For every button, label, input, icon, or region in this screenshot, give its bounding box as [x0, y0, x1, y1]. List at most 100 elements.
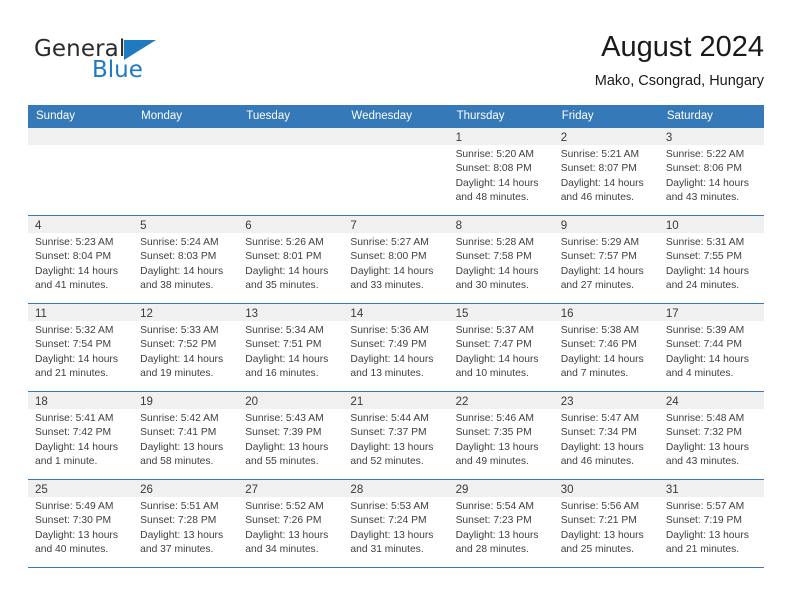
sunset-text: Sunset: 8:01 PM: [245, 251, 322, 263]
day-cell[interactable]: 29 Sunrise: 5:54 AM Sunset: 7:23 PM Dayligh…: [448, 480, 554, 567]
sunrise-text: Sunrise: 5:20 AM: [455, 149, 534, 160]
day-details: Sunrise: 5:22 AM Sunset: 8:06 PM Daylight:…: [659, 145, 764, 206]
week-row: 11 Sunrise: 5:32 AM Sunset: 7:54 PM Dayligh…: [28, 303, 764, 391]
daylight-text: and 31 minutes.: [350, 544, 424, 556]
day-number: 30: [560, 484, 574, 496]
page-header: General Blue August 2024 Mako, Csongrad,…: [28, 28, 764, 98]
day-cell[interactable]: 27 Sunrise: 5:52 AM Sunset: 7:26 PM Dayligh…: [238, 480, 344, 567]
weekday-header-saturday: Saturday: [666, 110, 713, 122]
day-details: Sunrise: 5:41 AM Sunset: 7:42 PM Daylight:…: [28, 409, 133, 470]
day-cell-empty: [238, 128, 344, 215]
day-cell[interactable]: 18 Sunrise: 5:41 AM Sunset: 7:42 PM Dayligh…: [28, 392, 134, 479]
day-number: 24: [665, 396, 679, 408]
day-cell[interactable]: 23 Sunrise: 5:47 AM Sunset: 7:34 PM Dayligh…: [553, 392, 659, 479]
weekday-header-row: Sunday Monday Tuesday Wednesday Thursday Frid…: [28, 105, 764, 127]
day-details: Sunrise: 5:29 AM Sunset: 7:57 PM Daylight:…: [554, 233, 659, 294]
sunrise-text: Sunrise: 5:54 AM: [455, 501, 534, 512]
sunset-text: Sunset: 7:41 PM: [140, 427, 217, 439]
day-details: Sunrise: 5:57 AM Sunset: 7:19 PM Daylight:…: [659, 497, 764, 558]
sunrise-text: Sunrise: 5:56 AM: [560, 501, 640, 512]
location-subtitle: Mako, Csongrad, Hungary: [594, 73, 764, 89]
day-details: Sunrise: 5:28 AM Sunset: 7:58 PM Daylight:…: [449, 233, 554, 294]
day-cell[interactable]: 19 Sunrise: 5:42 AM Sunset: 7:41 PM Dayligh…: [133, 392, 239, 479]
day-number-band: 6: [238, 216, 344, 233]
day-cell[interactable]: 11 Sunrise: 5:32 AM Sunset: 7:54 PM Dayligh…: [28, 304, 134, 391]
day-cell[interactable]: 15 Sunrise: 5:37 AM Sunset: 7:47 PM Dayligh…: [448, 304, 554, 391]
calendar-page: General Blue August 2024 Mako, Csongrad,…: [0, 0, 792, 612]
day-number-band: 13: [238, 304, 344, 321]
sunset-text: Sunset: 8:08 PM: [455, 163, 532, 175]
sunset-text: Sunset: 8:04 PM: [35, 251, 112, 263]
sunset-text: Sunset: 7:28 PM: [140, 515, 217, 527]
day-details: Sunrise: 5:43 AM Sunset: 7:39 PM Daylight:…: [238, 409, 343, 470]
day-number: 5: [140, 220, 147, 232]
day-cell[interactable]: 24 Sunrise: 5:48 AM Sunset: 7:32 PM Dayligh…: [658, 392, 764, 479]
day-details: Sunrise: 5:27 AM Sunset: 8:00 PM Daylight:…: [343, 233, 448, 294]
day-cell[interactable]: 16 Sunrise: 5:38 AM Sunset: 7:46 PM Dayligh…: [553, 304, 659, 391]
day-number-band: 18: [28, 392, 134, 409]
daylight-text: and 27 minutes.: [560, 280, 634, 292]
day-number: 19: [140, 396, 153, 408]
weekday-header-monday: Monday: [141, 110, 183, 122]
day-number-band: 26: [133, 480, 239, 497]
daylight-text: Daylight: 13 hours: [350, 529, 434, 541]
daylight-text: Daylight: 14 hours: [560, 353, 644, 365]
day-cell[interactable]: 5 Sunrise: 5:24 AM Sunset: 8:03 PM Daylight…: [133, 216, 239, 303]
day-cell[interactable]: 10 Sunrise: 5:31 AM Sunset: 7:55 PM Dayligh…: [658, 216, 764, 303]
day-cell[interactable]: 21 Sunrise: 5:44 AM Sunset: 7:37 PM Dayligh…: [343, 392, 449, 479]
daylight-text: Daylight: 14 hours: [665, 265, 749, 277]
sunrise-text: Sunrise: 5:57 AM: [665, 501, 745, 512]
sunset-text: Sunset: 7:49 PM: [350, 339, 427, 351]
sunset-text: Sunset: 7:51 PM: [245, 339, 322, 351]
title-block: August 2024 Mako, Csongrad, Hungary: [595, 28, 764, 92]
sunrise-text: Sunrise: 5:38 AM: [560, 325, 640, 336]
day-cell[interactable]: 6 Sunrise: 5:26 AM Sunset: 8:01 PM Daylight…: [238, 216, 344, 303]
day-cell[interactable]: 20 Sunrise: 5:43 AM Sunset: 7:39 PM Dayligh…: [238, 392, 344, 479]
daylight-text: and 21 minutes.: [35, 368, 109, 380]
general-blue-logo[interactable]: General Blue: [34, 36, 214, 92]
day-number: 27: [245, 484, 259, 496]
daylight-text: Daylight: 14 hours: [35, 353, 118, 365]
day-number-band: 15: [448, 304, 554, 321]
day-cell[interactable]: 14 Sunrise: 5:36 AM Sunset: 7:49 PM Dayligh…: [343, 304, 449, 391]
day-cell[interactable]: 13 Sunrise: 5:34 AM Sunset: 7:51 PM Dayligh…: [238, 304, 344, 391]
daylight-text: Daylight: 13 hours: [245, 529, 329, 541]
day-cell[interactable]: 1 Sunrise: 5:20 AM Sunset: 8:08 PM Daylight…: [448, 128, 554, 215]
sunset-text: Sunset: 7:32 PM: [665, 427, 742, 439]
day-number-band: 29: [448, 480, 554, 497]
daylight-text: Daylight: 14 hours: [665, 177, 749, 189]
daylight-text: Daylight: 13 hours: [455, 441, 539, 453]
daylight-text: and 28 minutes.: [455, 544, 529, 556]
sunset-text: Sunset: 8:00 PM: [350, 251, 427, 263]
day-cell[interactable]: 9 Sunrise: 5:29 AM Sunset: 7:57 PM Daylight…: [553, 216, 659, 303]
day-details: Sunrise: 5:26 AM Sunset: 8:01 PM Daylight:…: [238, 233, 343, 294]
sunrise-text: Sunrise: 5:34 AM: [245, 325, 324, 336]
day-number: 18: [35, 396, 48, 408]
day-cell[interactable]: 4 Sunrise: 5:23 AM Sunset: 8:04 PM Daylight…: [28, 216, 134, 303]
day-cell[interactable]: 31 Sunrise: 5:57 AM Sunset: 7:19 PM Dayligh…: [658, 480, 764, 567]
logo-text-blue: Blue: [92, 57, 143, 83]
day-details: Sunrise: 5:47 AM Sunset: 7:34 PM Daylight:…: [554, 409, 659, 470]
day-cell[interactable]: 7 Sunrise: 5:27 AM Sunset: 8:00 PM Daylight…: [343, 216, 449, 303]
day-number-band: [133, 128, 239, 145]
day-cell[interactable]: 25 Sunrise: 5:49 AM Sunset: 7:30 PM Dayligh…: [28, 480, 134, 567]
day-cell[interactable]: 26 Sunrise: 5:51 AM Sunset: 7:28 PM Dayligh…: [133, 480, 239, 567]
day-cell[interactable]: 8 Sunrise: 5:28 AM Sunset: 7:58 PM Daylight…: [448, 216, 554, 303]
day-cell[interactable]: 17 Sunrise: 5:39 AM Sunset: 7:44 PM Dayligh…: [658, 304, 764, 391]
day-cell[interactable]: 2 Sunrise: 5:21 AM Sunset: 8:07 PM Daylight…: [553, 128, 659, 215]
sunrise-text: Sunrise: 5:53 AM: [350, 501, 429, 512]
day-number-band: 28: [343, 480, 449, 497]
day-number-band: 17: [658, 304, 764, 321]
day-cell[interactable]: 30 Sunrise: 5:56 AM Sunset: 7:21 PM Dayligh…: [553, 480, 659, 567]
sunset-text: Sunset: 8:03 PM: [140, 251, 217, 263]
sunrise-text: Sunrise: 5:31 AM: [665, 237, 745, 248]
day-number: 4: [35, 220, 42, 232]
day-cell[interactable]: 28 Sunrise: 5:53 AM Sunset: 7:24 PM Dayligh…: [343, 480, 449, 567]
day-cell[interactable]: 22 Sunrise: 5:46 AM Sunset: 7:35 PM Dayligh…: [448, 392, 554, 479]
day-details: Sunrise: 5:24 AM Sunset: 8:03 PM Daylight:…: [133, 233, 238, 294]
day-cell[interactable]: 12 Sunrise: 5:33 AM Sunset: 7:52 PM Dayligh…: [133, 304, 239, 391]
day-cell[interactable]: 3 Sunrise: 5:22 AM Sunset: 8:06 PM Daylight…: [658, 128, 764, 215]
day-details: Sunrise: 5:38 AM Sunset: 7:46 PM Daylight:…: [554, 321, 659, 382]
day-number: 31: [665, 484, 679, 496]
day-number-band: [343, 128, 449, 145]
